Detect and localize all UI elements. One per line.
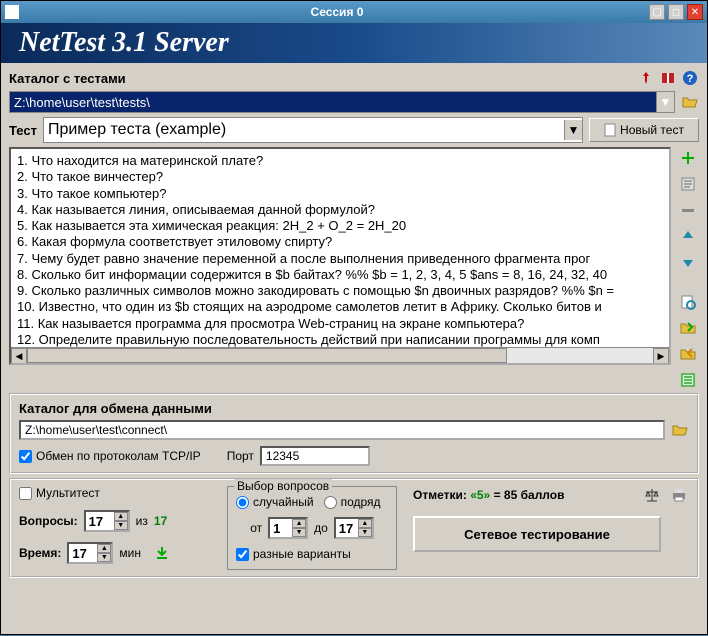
list-icon[interactable] (679, 371, 697, 389)
multitest-label: Мультитест (36, 486, 100, 500)
pin-icon[interactable] (637, 69, 655, 87)
move-down-icon[interactable] (679, 253, 697, 271)
question-item[interactable]: 7. Чему будет равно значение переменной … (17, 251, 663, 267)
marks-threshold: «5» (470, 488, 490, 502)
titlebar: Сессия 0 ▢ ◻ ✕ (1, 1, 707, 23)
new-test-button[interactable]: Новый тест (589, 118, 699, 142)
port-label: Порт (227, 449, 254, 463)
from-label: от (250, 521, 262, 535)
sequential-radio[interactable] (324, 496, 337, 509)
test-select-combo[interactable]: Пример теста (example) ▼ (43, 117, 583, 143)
printer-icon[interactable] (670, 486, 688, 504)
tcp-checkbox[interactable] (19, 450, 32, 463)
edit-icon[interactable] (679, 175, 697, 193)
close-button[interactable]: ✕ (687, 4, 703, 20)
app-icon (5, 5, 19, 19)
tcp-label: Обмен по протоколам TCP/IP (36, 449, 201, 463)
selection-legend: Выбор вопросов (234, 479, 332, 493)
question-item[interactable]: 1. Что находится на материнской плате? (17, 153, 663, 169)
questions-total: 17 (154, 514, 167, 528)
time-spinner[interactable]: ▲▼ (67, 542, 113, 564)
exchange-path-input[interactable] (19, 420, 665, 440)
test-selected-text: Пример теста (example) (44, 121, 564, 139)
questions-listbox[interactable]: 1. Что находится на материнской плате?2.… (9, 147, 671, 365)
help-icon[interactable]: ? (681, 69, 699, 87)
spin-up-icon[interactable]: ▲ (114, 512, 128, 521)
questions-of-label: из (136, 514, 148, 528)
new-file-icon (604, 123, 616, 137)
question-item[interactable]: 8. Сколько бит информации содержится в $… (17, 267, 663, 283)
question-item[interactable]: 3. Что такое компьютер? (17, 186, 663, 202)
random-radio[interactable] (236, 496, 249, 509)
multitest-checkbox[interactable] (19, 487, 32, 500)
minimize-button[interactable]: ▢ (649, 4, 665, 20)
export-icon[interactable] (679, 319, 697, 337)
question-item[interactable]: 6. Какая формула соответствует этиловому… (17, 234, 663, 250)
add-icon[interactable] (679, 149, 697, 167)
help-book-icon[interactable] (659, 69, 677, 87)
scroll-right-icon[interactable]: ▶ (653, 348, 669, 364)
catalog-path-combo[interactable]: Z:\home\user\test\tests\ ▼ (9, 91, 675, 113)
marks-equals: = 85 баллов (494, 488, 565, 502)
scroll-thumb[interactable] (27, 348, 507, 363)
spin-down-icon[interactable]: ▼ (114, 521, 128, 530)
window-title: Сессия 0 (25, 5, 649, 19)
question-item[interactable]: 9. Сколько различных символов можно зако… (17, 283, 663, 299)
remove-icon[interactable] (679, 201, 697, 219)
app-title: NetTest 3.1 Server (19, 27, 229, 59)
questions-count-label: Вопросы: (19, 514, 78, 528)
catalog-path-text: Z:\home\user\test\tests\ (10, 95, 656, 110)
time-unit-label: мин (119, 546, 141, 560)
time-label: Время: (19, 546, 61, 560)
marks-label: Отметки: (413, 488, 467, 502)
test-label: Тест (9, 123, 37, 138)
question-item[interactable]: 10. Известно, что один из $b стоящих на … (17, 299, 663, 315)
to-spinner[interactable]: ▲▼ (334, 517, 374, 539)
move-up-icon[interactable] (679, 227, 697, 245)
variants-label: разные варианты (253, 547, 351, 561)
spin-down-icon[interactable]: ▼ (97, 553, 111, 562)
horizontal-scrollbar[interactable]: ◀ ▶ (11, 347, 669, 363)
exchange-label: Каталог для обмена данными (19, 401, 689, 416)
variants-checkbox[interactable] (236, 548, 249, 561)
app-banner: NetTest 3.1 Server (1, 23, 707, 63)
question-item[interactable]: 5. Как называется эта химическая реакция… (17, 218, 663, 234)
start-test-button[interactable]: Сетевое тестирование (413, 516, 661, 552)
maximize-button[interactable]: ◻ (668, 4, 684, 20)
sequential-label: подряд (341, 495, 381, 509)
from-spinner[interactable]: ▲▼ (268, 517, 308, 539)
svg-text:?: ? (687, 73, 694, 85)
questions-count-spinner[interactable]: ▲▼ (84, 510, 130, 532)
import-icon[interactable] (679, 345, 697, 363)
scales-icon[interactable] (643, 486, 661, 504)
dropdown-icon[interactable]: ▼ (656, 92, 674, 112)
to-label: до (314, 521, 328, 535)
scroll-left-icon[interactable]: ◀ (11, 348, 27, 364)
question-item[interactable]: 11. Как называется программа для просмот… (17, 316, 663, 332)
preview-icon[interactable] (679, 293, 697, 311)
download-icon[interactable] (153, 544, 171, 562)
folder-open-icon[interactable] (681, 93, 699, 111)
question-item[interactable]: 12. Определите правильную последовательн… (17, 332, 663, 348)
folder-open-icon[interactable] (671, 421, 689, 439)
port-input[interactable] (260, 446, 370, 466)
dropdown-icon[interactable]: ▼ (564, 120, 582, 140)
catalog-label: Каталог с тестами (9, 71, 126, 86)
question-item[interactable]: 4. Как называется линия, описываемая дан… (17, 202, 663, 218)
question-item[interactable]: 14. Определите, где тут растения, а где … (17, 364, 663, 365)
spin-up-icon[interactable]: ▲ (97, 544, 111, 553)
random-label: случайный (253, 495, 314, 509)
question-item[interactable]: 2. Что такое винчестер? (17, 169, 663, 185)
